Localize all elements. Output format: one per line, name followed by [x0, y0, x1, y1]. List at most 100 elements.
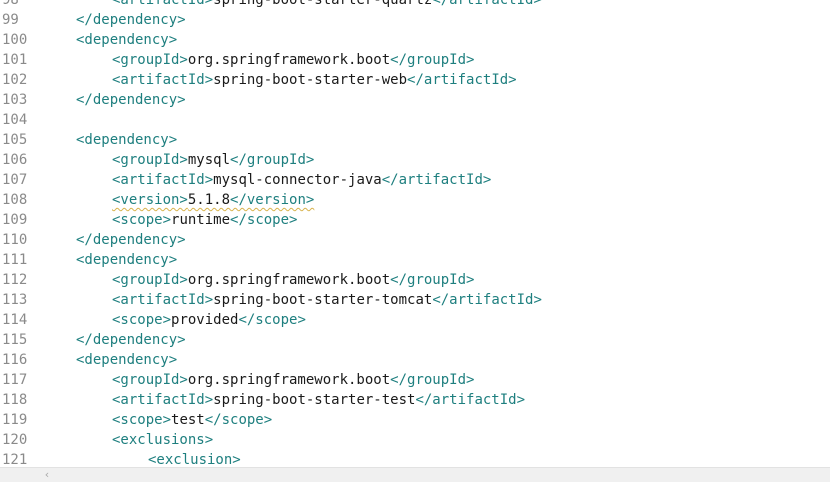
code-line[interactable]: 118 <artifactId>spring-boot-starter-test<…	[0, 390, 830, 410]
line-number: 107	[2, 172, 28, 188]
xml-text: org.springframework.boot	[187, 52, 391, 68]
xml-tag: </dependency>	[76, 12, 186, 28]
xml-tag: <dependency>	[76, 252, 178, 268]
xml-tag: <scope>	[112, 412, 172, 428]
xml-tag: <groupId>	[112, 272, 188, 288]
code-line[interactable]: 113 <artifactId>spring-boot-starter-tomca…	[0, 290, 830, 310]
xml-text: spring-boot-starter-tomcat	[213, 292, 433, 308]
line-number: 103	[2, 92, 28, 108]
code-content: <groupId>org.springframework.boot</group…	[112, 50, 474, 70]
code-line[interactable]: 101 <groupId>org.springframework.boot</gr…	[0, 50, 830, 70]
xml-text: test	[171, 412, 205, 428]
line-number: 115	[2, 332, 28, 348]
code-line[interactable]: 111 <dependency>	[0, 250, 830, 270]
horizontal-scrollbar[interactable]: ‹	[0, 467, 830, 482]
code-content: <version>5.1.8</version>	[112, 190, 314, 210]
code-content: <groupId>org.springframework.boot</group…	[112, 270, 474, 290]
xml-tag: </groupId>	[390, 52, 475, 68]
code-content: <dependency>	[76, 350, 177, 370]
chevron-left-icon[interactable]: ‹	[40, 469, 54, 481]
xml-tag: </dependency>	[76, 332, 186, 348]
code-content: <scope>test</scope>	[112, 410, 272, 430]
line-number: 111	[2, 252, 28, 268]
xml-tag: <groupId>	[112, 52, 188, 68]
line-number: 121	[2, 452, 28, 467]
xml-tag: </groupId>	[390, 272, 475, 288]
code-line[interactable]: 109 <scope>runtime</scope>	[0, 210, 830, 230]
xml-tag: <dependency>	[76, 132, 178, 148]
xml-tag: </scope>	[204, 412, 273, 428]
code-line[interactable]: 121 <exclusion>	[0, 450, 830, 467]
xml-tag: <artifactId>	[112, 172, 214, 188]
code-editor[interactable]: 98 <artifactId>spring-boot-starter-quartz…	[0, 0, 830, 467]
code-line[interactable]: 100 <dependency>	[0, 30, 830, 50]
xml-text: mysql-connector-java	[213, 172, 382, 188]
code-content: <artifactId>mysql-connector-java</artifa…	[112, 170, 491, 190]
code-content: <scope>provided</scope>	[112, 310, 306, 330]
line-number: 108	[2, 192, 28, 208]
xml-tag: </artifactId>	[407, 72, 517, 88]
code-line[interactable]: 115 </dependency>	[0, 330, 830, 350]
code-content: </dependency>	[76, 230, 186, 250]
code-content: <artifactId>spring-boot-starter-tomcat</…	[112, 290, 542, 310]
xml-tag: </artifactId>	[432, 292, 542, 308]
code-line[interactable]: 112 <groupId>org.springframework.boot</gr…	[0, 270, 830, 290]
xml-tag: <dependency>	[76, 32, 178, 48]
xml-text: org.springframework.boot	[187, 272, 391, 288]
line-number: 98	[2, 0, 19, 8]
xml-tag: </groupId>	[390, 372, 475, 388]
code-line[interactable]: 105 <dependency>	[0, 130, 830, 150]
xml-tag: <version>	[112, 192, 188, 208]
line-number: 117	[2, 372, 28, 388]
code-line[interactable]: 108 <version>5.1.8</version>	[0, 190, 830, 210]
code-line[interactable]: 102 <artifactId>spring-boot-starter-web</…	[0, 70, 830, 90]
line-number: 104	[2, 112, 28, 128]
code-line[interactable]: 116 <dependency>	[0, 350, 830, 370]
xml-tag: </version>	[230, 192, 315, 208]
line-number: 109	[2, 212, 28, 228]
xml-text: mysql	[187, 152, 231, 168]
code-line[interactable]: 104	[0, 110, 830, 130]
code-content: </dependency>	[76, 90, 186, 110]
line-number: 100	[2, 32, 28, 48]
xml-text: spring-boot-starter-quartz	[213, 0, 433, 8]
xml-tag: </artifactId>	[415, 392, 526, 408]
xml-tag: <scope>	[112, 312, 172, 328]
code-line[interactable]: 98 <artifactId>spring-boot-starter-quartz…	[0, 0, 830, 10]
code-content: <exclusions>	[112, 430, 213, 450]
xml-tag: </dependency>	[76, 232, 186, 248]
code-line[interactable]: 107 <artifactId>mysql-connector-java</art…	[0, 170, 830, 190]
code-line[interactable]: 99 </dependency>	[0, 10, 830, 30]
line-number: 120	[2, 432, 28, 448]
xml-tag: </scope>	[238, 312, 306, 328]
code-line[interactable]: 114 <scope>provided</scope>	[0, 310, 830, 330]
code-content: <artifactId>spring-boot-starter-web</art…	[112, 70, 517, 90]
code-line[interactable]: 119 <scope>test</scope>	[0, 410, 830, 430]
code-line[interactable]: 103 </dependency>	[0, 90, 830, 110]
xml-tag: <artifactId>	[112, 392, 214, 408]
line-number: 110	[2, 232, 28, 248]
xml-tag: <groupId>	[112, 372, 188, 388]
code-line[interactable]: 120 <exclusions>	[0, 430, 830, 450]
xml-tag: </artifactId>	[381, 172, 492, 188]
code-line[interactable]: 106 <groupId>mysql</groupId>	[0, 150, 830, 170]
code-content: <exclusion>	[148, 450, 241, 467]
code-line[interactable]: 110 </dependency>	[0, 230, 830, 250]
code-content: <dependency>	[76, 30, 177, 50]
xml-tag: </scope>	[230, 212, 298, 228]
code-content: </dependency>	[76, 10, 186, 30]
xml-tag: </dependency>	[76, 92, 186, 108]
code-line[interactable]: 117 <groupId>org.springframework.boot</gr…	[0, 370, 830, 390]
code-lines: 98 <artifactId>spring-boot-starter-quartz…	[0, 0, 830, 467]
code-content: <artifactId>spring-boot-starter-test</ar…	[112, 390, 525, 410]
line-number: 105	[2, 132, 28, 148]
code-content: </dependency>	[76, 330, 186, 350]
code-content: <artifactId>spring-boot-starter-quartz</…	[112, 0, 542, 10]
xml-tag: <exclusions>	[112, 432, 214, 448]
xml-tag: </groupId>	[230, 152, 315, 168]
line-number: 116	[2, 352, 28, 368]
code-content: <groupId>org.springframework.boot</group…	[112, 370, 474, 390]
line-number: 99	[2, 12, 19, 28]
xml-text: runtime	[171, 212, 231, 228]
code-content: <dependency>	[76, 250, 177, 270]
